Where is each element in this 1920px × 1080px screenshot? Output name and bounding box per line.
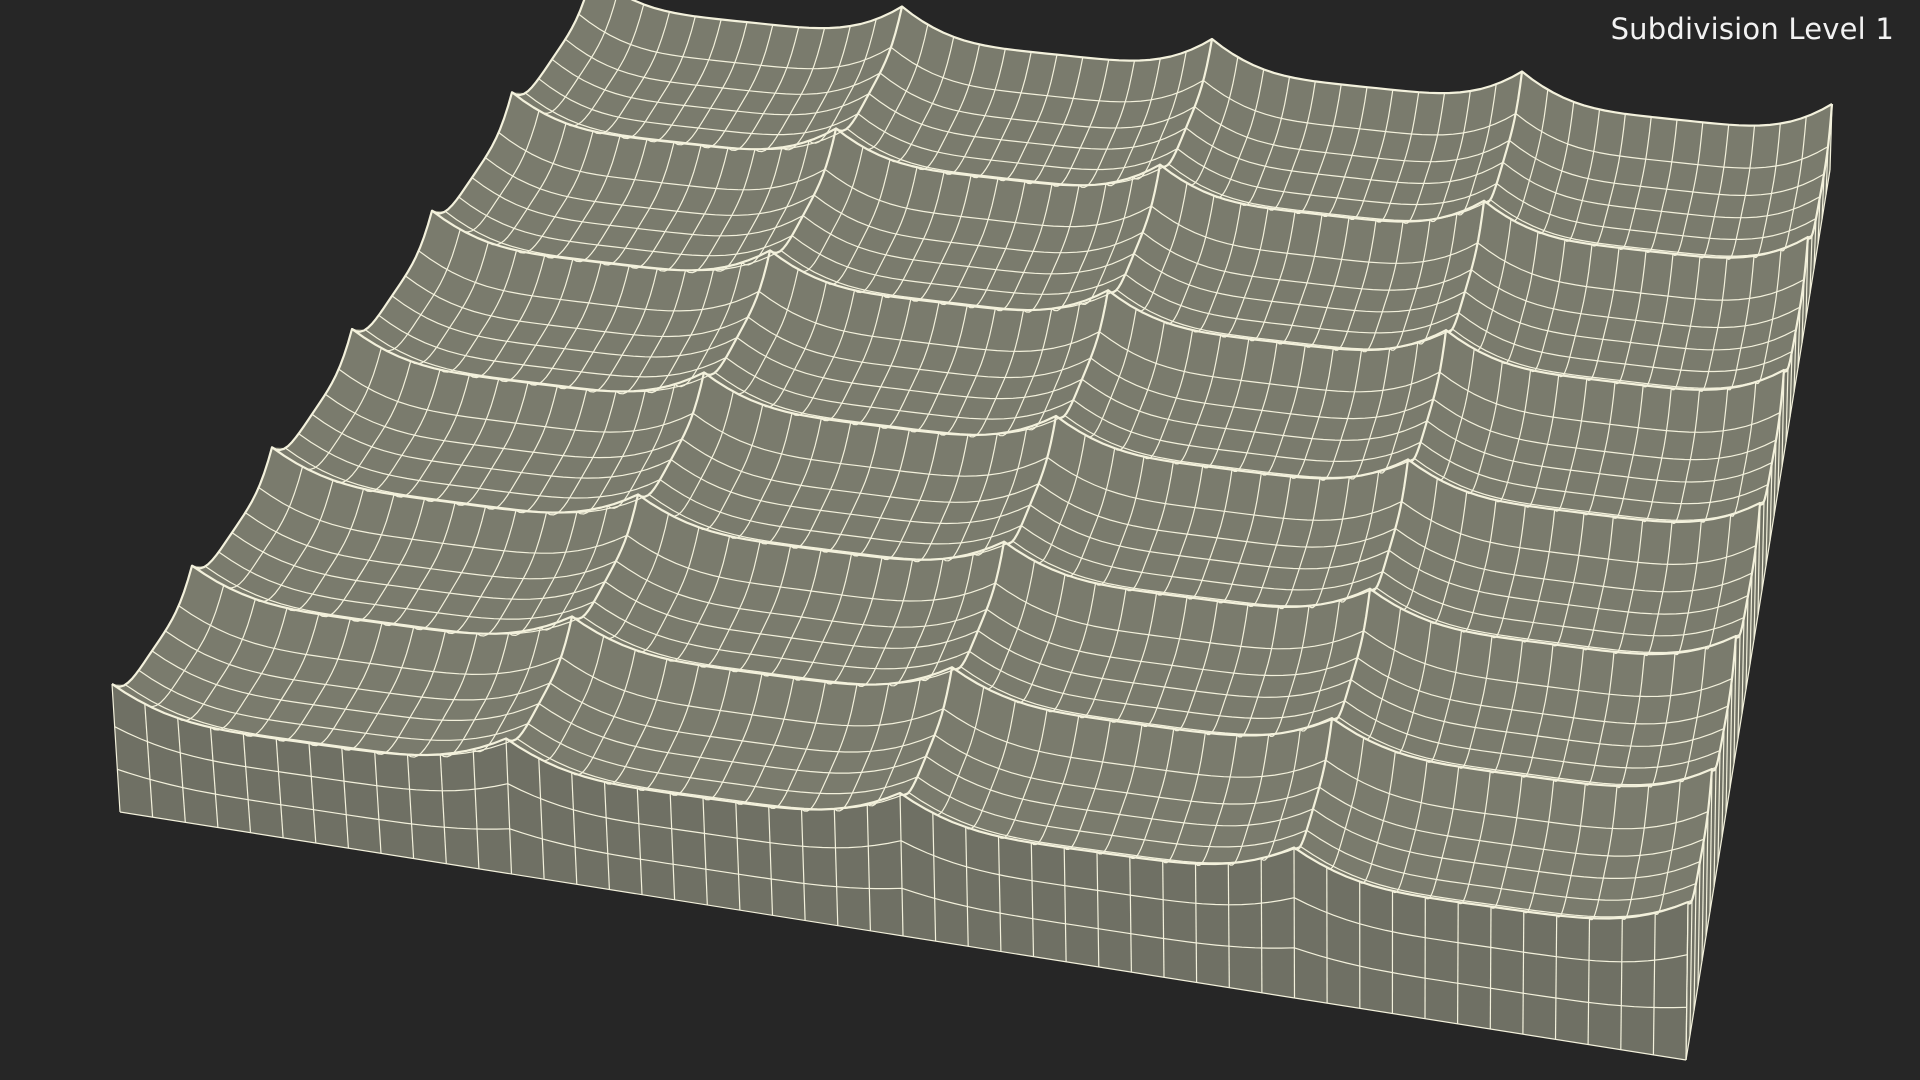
subdivision-level-label: Subdivision Level 1 — [1610, 12, 1894, 46]
render-viewport: Subdivision Level 1 — [0, 0, 1920, 1080]
wireframe-mesh — [111, 0, 1834, 1061]
